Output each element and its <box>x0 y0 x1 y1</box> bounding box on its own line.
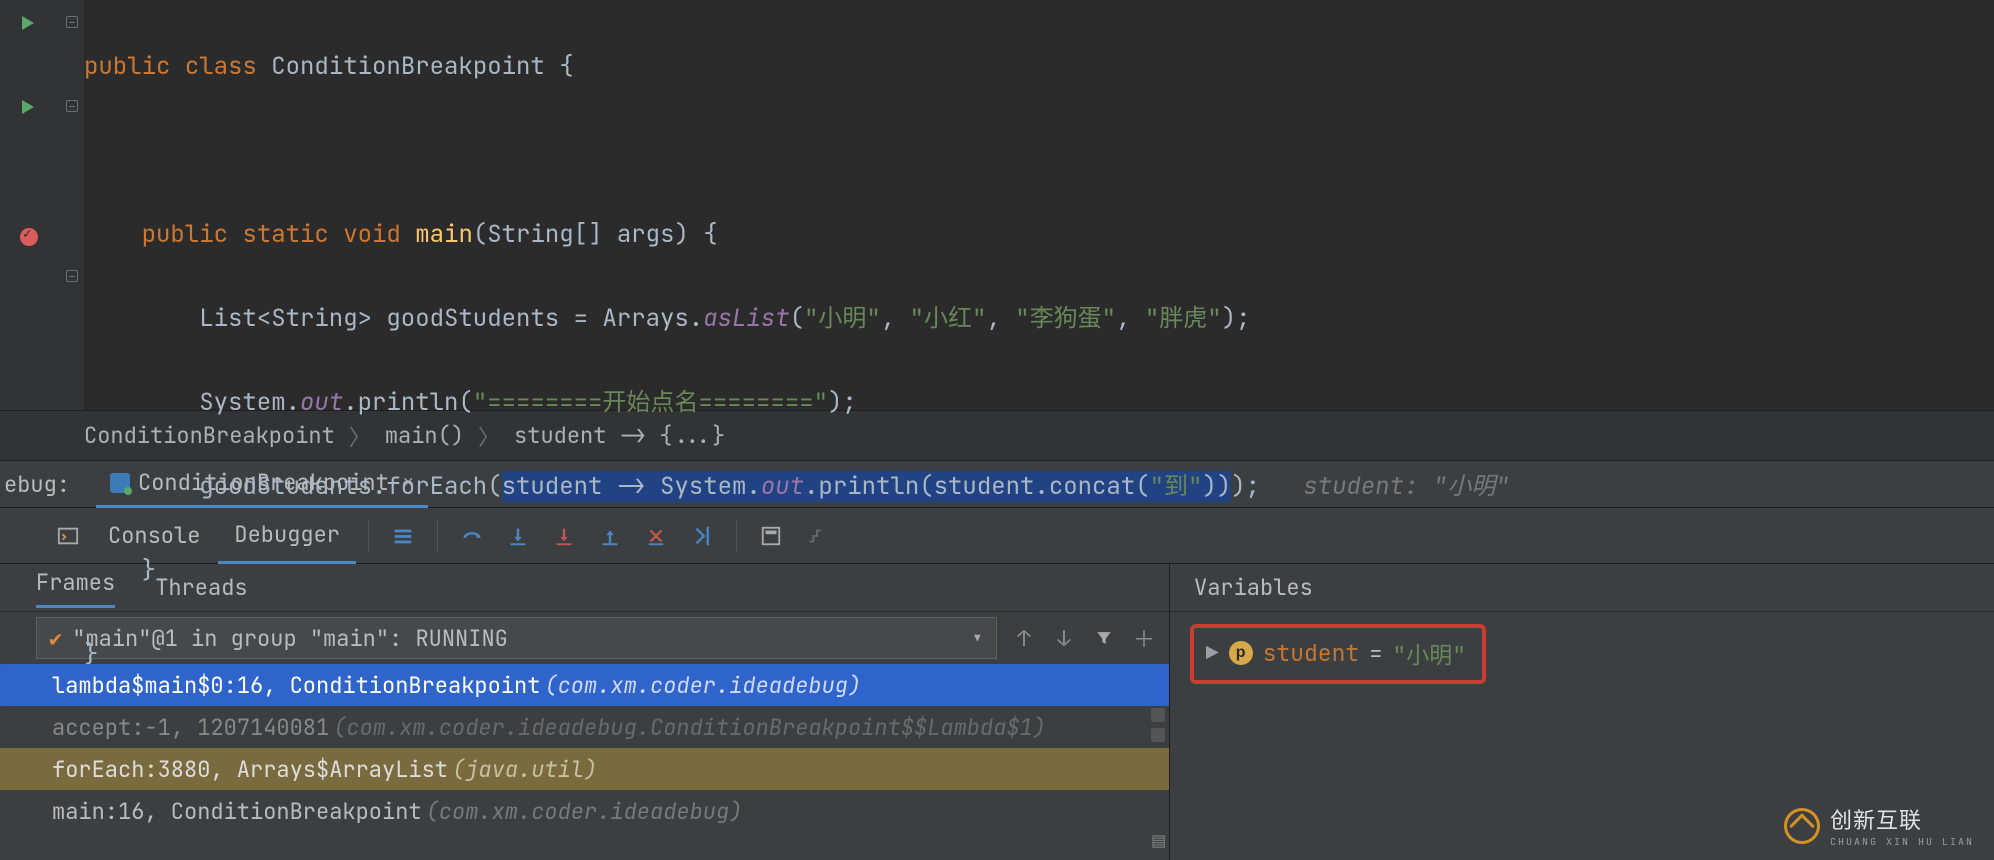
fold-toggle[interactable] <box>66 100 78 112</box>
keyword: static <box>242 219 328 250</box>
string: "胖虎" <box>1145 303 1222 334</box>
signature: (String[] args) <box>473 219 703 250</box>
string: "========开始点名========" <box>473 387 828 418</box>
frame-row[interactable]: accept:-1, 1207140081 (com.xm.coder.idea… <box>0 706 1169 748</box>
code-text: System. <box>199 387 300 418</box>
keyword: public <box>142 219 228 250</box>
code-text: , <box>986 303 1015 334</box>
watermark-subtext: CHUANG XIN HU LIAN <box>1830 835 1974 848</box>
watermark-logo-icon <box>1784 808 1820 844</box>
code-text: ); <box>1231 471 1260 502</box>
frame-text: lambda$main$0:16, ConditionBreakpoint <box>52 671 540 700</box>
frame-row[interactable]: lambda$main$0:16, ConditionBreakpoint (c… <box>0 664 1169 706</box>
gutter <box>0 0 62 410</box>
keyword: public <box>84 51 170 82</box>
watermark: 创新互联 CHUANG XIN HU LIAN <box>1784 803 1974 848</box>
debug-label: ebug: <box>0 470 70 499</box>
brace: { <box>703 219 717 250</box>
equals: = <box>1369 639 1382 668</box>
frame-location: (com.xm.coder.ideadebug) <box>426 797 743 826</box>
breakpoint-icon[interactable] <box>20 228 38 246</box>
string: "到" <box>1150 471 1203 502</box>
watermark-text: 创新互联 <box>1830 808 1922 833</box>
variable-value: "小明" <box>1392 636 1466 670</box>
string: "小红" <box>910 303 987 334</box>
code-text: ( <box>790 303 804 334</box>
code-text: ); <box>828 387 857 418</box>
variables-panel: Variables ▶ p student = "小明" 创新互联 CHUANG… <box>1170 564 1994 860</box>
keyword: class <box>185 51 257 82</box>
string: "李狗蛋" <box>1015 303 1116 334</box>
frame-location: (java.util) <box>452 755 597 784</box>
restore-layout-icon[interactable]: ▤ <box>1152 827 1165 854</box>
class-name: ConditionBreakpoint <box>271 51 545 82</box>
frame-location: (com.xm.coder.ideadebug.ConditionBreakpo… <box>333 713 1046 742</box>
code-text: )) <box>1202 471 1231 502</box>
code-text: .println( <box>343 387 473 418</box>
editor-area: public class ConditionBreakpoint { publi… <box>0 0 1994 410</box>
scrollbar[interactable] <box>1151 708 1165 742</box>
code-text: goodStudents.forEach( <box>199 471 501 502</box>
expand-icon[interactable]: ▶ <box>1206 640 1219 667</box>
frame-text: accept:-1, 1207140081 <box>52 713 329 742</box>
variables-title: Variables <box>1170 564 1994 612</box>
code-text: , <box>881 303 910 334</box>
param-badge-icon: p <box>1229 641 1253 665</box>
brace: } <box>142 555 156 586</box>
fold-toggle[interactable] <box>66 16 78 28</box>
code-text: , <box>1116 303 1145 334</box>
frames-list: lambda$main$0:16, ConditionBreakpoint (c… <box>0 664 1169 860</box>
code-text: .println(student.concat( <box>804 471 1150 502</box>
field: out <box>761 471 804 502</box>
inline-hint: student: "小明" <box>1303 471 1509 502</box>
method-name: main <box>415 219 473 250</box>
variable-name: student <box>1263 638 1360 668</box>
code-text: ); <box>1222 303 1251 334</box>
static-call: asList <box>703 303 789 334</box>
fold-toggle[interactable] <box>66 270 78 282</box>
code-text: List<String> goodStudents = Arrays. <box>199 303 703 334</box>
brace: { <box>559 51 573 82</box>
code-area[interactable]: public class ConditionBreakpoint { publi… <box>84 0 1994 410</box>
variable-row[interactable]: ▶ p student = "小明" <box>1190 624 1486 684</box>
run-method-icon[interactable] <box>22 100 40 118</box>
field: out <box>300 387 343 418</box>
check-icon: ✔ <box>49 624 62 653</box>
string: "小明" <box>804 303 881 334</box>
code-text: student -> System. <box>502 471 761 502</box>
frame-text: main:16, ConditionBreakpoint <box>52 797 422 826</box>
trace-icon[interactable] <box>795 514 839 558</box>
frame-row[interactable]: forEach:3880, Arrays$ArrayList (java.uti… <box>0 748 1169 790</box>
fold-column <box>62 0 84 410</box>
run-class-icon[interactable] <box>22 16 40 34</box>
frame-location: (com.xm.coder.ideadebug) <box>544 671 861 700</box>
run-config-icon <box>110 473 130 493</box>
keyword: void <box>343 219 401 250</box>
frame-text: forEach:3880, Arrays$ArrayList <box>52 755 448 784</box>
frame-row[interactable]: main:16, ConditionBreakpoint (com.xm.cod… <box>0 790 1169 832</box>
